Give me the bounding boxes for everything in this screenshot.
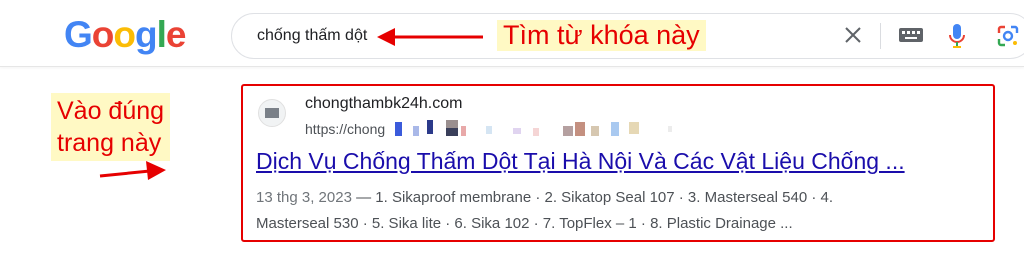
annotation-search-keyword: Tìm từ khóa này (497, 20, 706, 51)
search-input[interactable]: chống thấm dột (257, 27, 367, 45)
google-logo[interactable]: Google (64, 14, 187, 56)
search-result: chongthambk24h.com https://chong Dịch Vụ… (241, 84, 995, 242)
result-date: 13 thg 3, 2023 (256, 189, 352, 206)
result-title-link[interactable]: Dịch Vụ Chống Thấm Dột Tại Hà Nội Và Các… (256, 148, 905, 175)
google-lens-icon[interactable] (996, 24, 1020, 48)
logo-letter: g (135, 14, 158, 55)
close-icon[interactable] (843, 25, 863, 45)
keyboard-icon[interactable] (898, 26, 924, 44)
result-snippet: 13 thg 3, 2023 — 1. Sikaproof membrane ·… (256, 185, 981, 237)
logo-letter: G (64, 14, 93, 55)
annotation-line: trang này (57, 129, 162, 157)
result-url-text: https://chong (305, 121, 386, 137)
search-header: Google chống thấm dột Tìm từ khóa này (0, 0, 1024, 67)
snippet-text: — 1. Sikaproof membrane · 2. Sikatop Sea… (356, 189, 833, 206)
divider (880, 23, 881, 49)
search-box[interactable]: chống thấm dột Tìm từ khóa này (231, 13, 1024, 59)
favicon-image (265, 108, 279, 118)
snippet-text: Masterseal 530 · 5. Sika lite · 6. Sika … (256, 215, 793, 232)
microphone-icon[interactable] (948, 23, 966, 49)
logo-letter: o (113, 14, 136, 55)
result-url[interactable]: https://chong (305, 121, 385, 137)
annotation-left-note: Vào đúng trang này (51, 93, 171, 161)
logo-letter: e (165, 14, 187, 55)
logo-letter: o (91, 14, 115, 55)
annotation-line: Vào đúng (57, 97, 165, 125)
annotation-arrow-left-icon (377, 28, 483, 46)
annotation-arrow-right-icon (99, 161, 166, 180)
result-site-name[interactable]: chongthambk24h.com (305, 95, 462, 113)
logo-letter: l (156, 14, 167, 55)
site-favicon-icon (258, 99, 286, 127)
